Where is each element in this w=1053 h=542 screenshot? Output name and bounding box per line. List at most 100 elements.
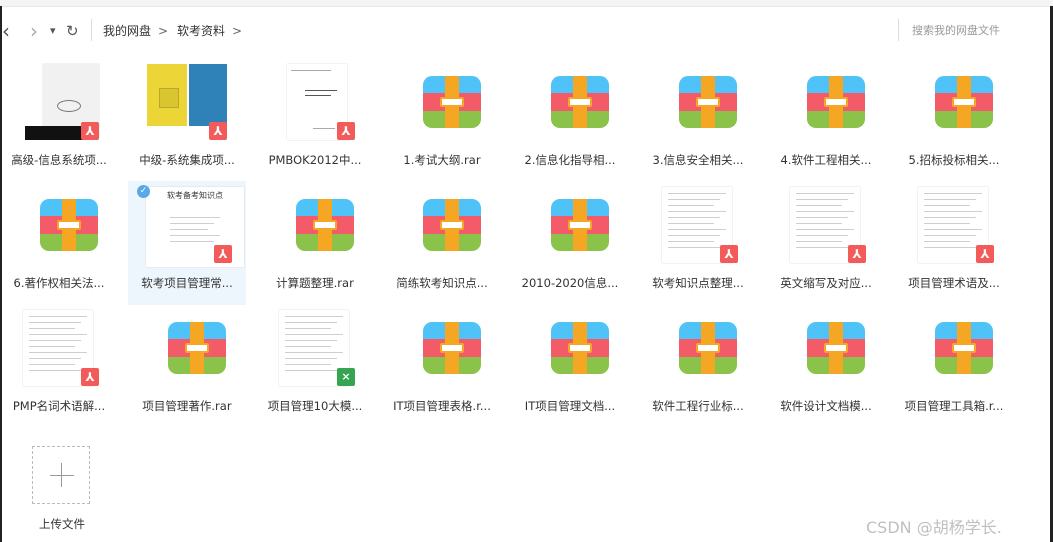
file-name: 英文缩写及对应... xyxy=(780,276,872,290)
file-item[interactable]: 项目管理工具箱.r... xyxy=(895,304,1013,428)
history-dropdown-icon[interactable]: ▾ xyxy=(50,14,56,48)
search-divider xyxy=(898,19,899,41)
watermark: CSDN @胡杨学长. xyxy=(866,518,1002,537)
file-name: PMBOK2012中... xyxy=(268,153,362,167)
toolbar-divider xyxy=(91,19,92,41)
file-name: 项目管理10大模... xyxy=(267,399,363,413)
excel-file-thumbnail: × xyxy=(275,310,355,390)
rar-file-icon xyxy=(147,310,227,390)
file-item[interactable]: ⅄ 软考知识点整理... xyxy=(639,181,757,305)
breadcrumb-item-ruankao[interactable]: 软考资料 xyxy=(177,14,225,48)
rar-file-icon xyxy=(530,310,610,390)
breadcrumb-item-my-disk[interactable]: 我的网盘 xyxy=(103,14,151,48)
rar-file-icon xyxy=(402,187,482,267)
file-item[interactable]: 3.信息安全相关... xyxy=(639,58,757,182)
file-item[interactable]: × 项目管理10大模... xyxy=(256,304,374,428)
rar-file-icon xyxy=(658,310,738,390)
selected-doc-title: 软考备考知识点 xyxy=(167,191,223,200)
pdf-badge-icon: ⅄ xyxy=(848,245,866,263)
forward-icon[interactable]: › xyxy=(30,14,38,48)
file-name: 软考项目管理常... xyxy=(141,276,233,290)
pdf-file-thumbnail: 软考备考知识点 ⅄ xyxy=(128,187,246,267)
rar-file-icon xyxy=(275,187,355,267)
file-item[interactable]: 4.软件工程相关... xyxy=(767,58,885,182)
file-name: 中级-系统集成项... xyxy=(139,153,235,167)
pdf-badge-icon: ⅄ xyxy=(81,122,99,140)
file-name: 4.软件工程相关... xyxy=(780,153,872,167)
file-name: PMP名词术语解... xyxy=(12,399,106,413)
breadcrumb-separator: > xyxy=(232,24,243,38)
file-item[interactable]: ⅄ PMP名词术语解... xyxy=(0,304,118,428)
search-input[interactable] xyxy=(912,20,1042,40)
file-name: 软件设计文档模... xyxy=(780,399,872,413)
plus-icon xyxy=(61,463,62,487)
pdf-badge-icon: ⅄ xyxy=(337,122,355,140)
file-item[interactable]: 2.信息化指导相... xyxy=(511,58,629,182)
file-item[interactable]: IT项目管理文档... xyxy=(511,304,629,428)
excel-badge-icon: × xyxy=(337,368,355,386)
file-item[interactable]: ⅄ 英文缩写及对应... xyxy=(767,181,885,305)
file-item[interactable]: 项目管理著作.rar xyxy=(128,304,246,428)
pdf-badge-icon: ⅄ xyxy=(209,122,227,140)
file-name: 项目管理术语及... xyxy=(908,276,1000,290)
upload-label[interactable]: 上传文件 xyxy=(22,516,102,532)
pdf-file-thumbnail: ⅄ xyxy=(914,187,994,267)
file-item[interactable]: 简练软考知识点... xyxy=(383,181,501,305)
pdf-badge-icon: ⅄ xyxy=(720,245,738,263)
file-name: 项目管理著作.rar xyxy=(142,399,232,413)
file-item[interactable]: 软考备考知识点 ⅄ ✓ 软考项目管理常... xyxy=(128,181,246,305)
rar-file-icon xyxy=(786,64,866,144)
file-name: 2.信息化指导相... xyxy=(524,153,616,167)
file-name: IT项目管理表格.r... xyxy=(393,399,491,413)
file-item[interactable]: ⅄ PMBOK2012中... xyxy=(256,58,374,182)
pdf-file-thumbnail: ⅄ xyxy=(658,187,738,267)
rar-file-icon xyxy=(658,64,738,144)
pdf-file-thumbnail: ⅄ xyxy=(147,64,227,144)
file-name: 5.招标投标相关... xyxy=(908,153,1000,167)
file-name: 软考知识点整理... xyxy=(652,276,744,290)
pdf-file-thumbnail: ⅄ xyxy=(275,64,355,144)
rar-file-icon xyxy=(402,310,482,390)
pdf-file-thumbnail: ⅄ xyxy=(19,310,99,390)
file-item[interactable]: 5.招标投标相关... xyxy=(895,58,1013,182)
refresh-icon[interactable]: ↻ xyxy=(66,14,79,48)
rar-file-icon xyxy=(530,64,610,144)
selected-check-icon[interactable]: ✓ xyxy=(137,185,150,198)
file-item[interactable]: 1.考试大纲.rar xyxy=(383,58,501,182)
file-item[interactable]: ⅄ 高级-信息系统项... xyxy=(0,58,118,182)
back-icon[interactable]: ‹ xyxy=(2,14,10,48)
file-name: 6.著作权相关法... xyxy=(13,276,105,290)
file-item[interactable]: ⅄ 项目管理术语及... xyxy=(895,181,1013,305)
file-item[interactable]: 软件工程行业标... xyxy=(639,304,757,428)
file-item[interactable]: IT项目管理表格.r... xyxy=(383,304,501,428)
upload-button[interactable] xyxy=(32,446,90,504)
file-item[interactable]: 计算题整理.rar xyxy=(256,181,374,305)
rar-file-icon xyxy=(530,187,610,267)
file-name: 计算题整理.rar xyxy=(276,276,354,290)
file-item[interactable]: 6.著作权相关法... xyxy=(0,181,118,305)
pdf-badge-icon: ⅄ xyxy=(214,245,232,263)
pdf-badge-icon: ⅄ xyxy=(976,245,994,263)
file-name: 高级-信息系统项... xyxy=(11,153,107,167)
file-name: 2010-2020信息... xyxy=(521,276,619,290)
file-name: 1.考试大纲.rar xyxy=(403,153,481,167)
file-name: 软件工程行业标... xyxy=(652,399,744,413)
file-name: 3.信息安全相关... xyxy=(652,153,744,167)
pdf-file-thumbnail: ⅄ xyxy=(786,187,866,267)
pdf-badge-icon: ⅄ xyxy=(81,368,99,386)
file-name: 简练软考知识点... xyxy=(396,276,488,290)
rar-file-icon xyxy=(914,310,994,390)
rar-file-icon xyxy=(402,64,482,144)
top-strip xyxy=(0,0,1053,7)
file-item[interactable]: ⅄ 中级-系统集成项... xyxy=(128,58,246,182)
pdf-file-thumbnail: ⅄ xyxy=(19,64,99,144)
plus-icon xyxy=(50,475,74,476)
breadcrumb-separator: > xyxy=(158,24,169,38)
rar-file-icon xyxy=(914,64,994,144)
rar-file-icon xyxy=(786,310,866,390)
file-item[interactable]: 软件设计文档模... xyxy=(767,304,885,428)
file-name: 项目管理工具箱.r... xyxy=(904,399,1004,413)
rar-file-icon xyxy=(19,187,99,267)
file-item[interactable]: 2010-2020信息... xyxy=(511,181,629,305)
file-name: IT项目管理文档... xyxy=(524,399,616,413)
